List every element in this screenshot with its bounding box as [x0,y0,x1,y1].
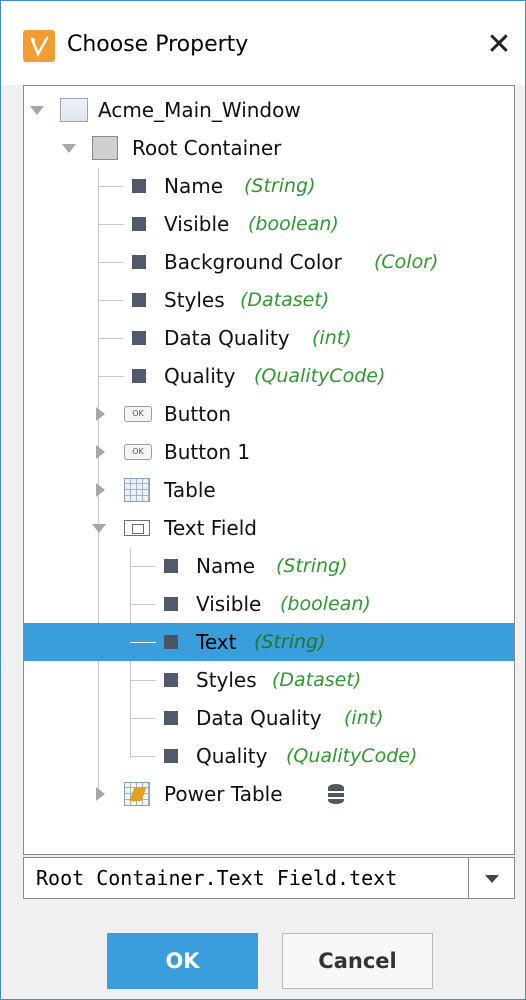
property-icon [164,559,178,573]
property-icon [132,331,146,345]
tree-property-name[interactable]: Name (String) [24,167,514,205]
property-name: Visible [196,592,262,616]
path-dropdown-button[interactable] [468,857,515,899]
tree-property-styles[interactable]: Styles (Dataset) [24,281,514,319]
node-label: Root Container [132,136,282,160]
tree-property-visible[interactable]: Visible (boolean) [24,205,514,243]
tree-guide-line [130,642,156,643]
tree-node-text-field[interactable]: Text Field [24,509,514,547]
property-name: Visible [164,212,230,236]
tree-property-data-quality[interactable]: Data Quality (int) [24,319,514,357]
tree-property-styles[interactable]: Styles (Dataset) [24,661,514,699]
property-name: Text [196,630,237,654]
table-icon [124,478,150,502]
property-icon [132,293,146,307]
choose-property-dialog: Choose Property ✕ Acme_Main_Window Root … [0,0,526,1000]
property-type: (String) [276,555,348,577]
tree-node-acme-main-window[interactable]: Acme_Main_Window [24,91,514,129]
property-path-value: Root Container.Text Field.text [36,866,398,890]
property-type: (QualityCode) [254,365,386,387]
power-table-icon [124,782,150,806]
title-bar: Choose Property ✕ [1,1,525,85]
expand-toggle-icon[interactable] [96,483,105,497]
close-icon[interactable]: ✕ [479,25,519,65]
collapse-toggle-icon[interactable] [62,144,76,153]
tree-node-root-container[interactable]: Root Container [24,129,514,167]
expand-toggle-icon[interactable] [96,445,105,459]
property-name: Name [164,174,224,198]
tree-property-background-color[interactable]: Background Color (Color) [24,243,514,281]
node-label: Table [164,478,216,502]
ok-button[interactable]: OK [107,933,258,989]
window-icon [60,98,88,122]
collapse-toggle-icon[interactable] [92,524,106,533]
tree-node-button-1[interactable]: OK Button 1 [24,433,514,471]
expand-toggle-icon[interactable] [96,787,105,801]
property-icon [132,217,146,231]
tree-property-text-selected[interactable]: Text (String) [24,623,514,661]
button-icon: OK [124,406,152,422]
tree-node-table[interactable]: Table [24,471,514,509]
tree-property-name[interactable]: Name (String) [24,547,514,585]
property-type: (int) [344,707,384,729]
property-path-field[interactable]: Root Container.Text Field.text [23,857,469,899]
property-type: (boolean) [280,593,371,615]
property-type: (String) [244,175,316,197]
property-type: (Dataset) [272,669,362,691]
property-name: Styles [164,288,225,312]
tree-node-button[interactable]: OK Button [24,395,514,433]
property-name: Data Quality [196,706,322,730]
node-label: Button 1 [164,440,251,464]
property-icon [164,597,178,611]
property-name: Quality [164,364,236,388]
property-type: (Color) [374,251,439,273]
button-icon: OK [124,444,152,460]
property-icon [132,369,146,383]
property-icon [132,255,146,269]
property-name: Name [196,554,256,578]
dialog-title: Choose Property [67,32,249,57]
text-field-icon [124,520,150,536]
database-icon [328,784,344,804]
expand-toggle-icon[interactable] [96,407,105,421]
property-name: Quality [196,744,268,768]
property-type: (Dataset) [240,289,330,311]
property-type: (QualityCode) [286,745,418,767]
container-icon [92,136,118,160]
property-type: (boolean) [248,213,339,235]
chevron-down-icon [485,875,499,883]
tree-property-quality[interactable]: Quality (QualityCode) [24,357,514,395]
tree-property-visible[interactable]: Visible (boolean) [24,585,514,623]
property-type: (int) [312,327,352,349]
property-icon [164,749,178,763]
property-name: Styles [196,668,257,692]
node-label: Power Table [164,782,283,806]
tree-node-power-table[interactable]: Power Table [24,775,514,813]
node-label: Button [164,402,231,426]
cancel-button[interactable]: Cancel [282,933,433,989]
property-icon [132,179,146,193]
collapse-toggle-icon[interactable] [30,106,44,115]
property-icon [164,673,178,687]
property-tree[interactable]: Acme_Main_Window Root Container Name (St… [23,85,515,855]
property-name: Background Color [164,250,342,274]
property-icon [164,635,178,649]
property-icon [164,711,178,725]
property-type: (String) [254,631,326,653]
property-name: Data Quality [164,326,290,350]
tree-property-data-quality[interactable]: Data Quality (int) [24,699,514,737]
tree-property-quality[interactable]: Quality (QualityCode) [24,737,514,775]
node-label: Text Field [164,516,257,540]
property-picker-icon [23,30,55,62]
node-label: Acme_Main_Window [98,98,301,122]
